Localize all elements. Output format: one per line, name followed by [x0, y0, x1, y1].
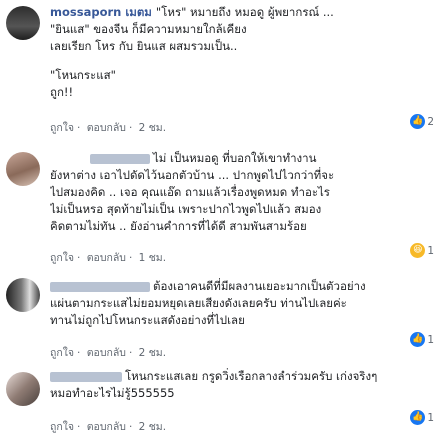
comment-body: ไม่ เป็นหมอดู ที่บอกให้เขาทำงาน ยังหาต่า…	[50, 150, 434, 235]
reaction-count: 2	[427, 115, 434, 128]
comment-text-line: ไปสมองคิด .. เจอ คุณแอ๊ด ถามแล้วเรื่องพู…	[50, 185, 330, 199]
comment-text-line: เลยเรียก โหร กับ ยินแส ผสมรวมเป็น..	[50, 39, 238, 53]
reaction-summary[interactable]: 😆 1	[410, 243, 434, 258]
comment-body: โหนกระแสเลย กรูดวิ่งเรือกลางลำร่วมครับ เ…	[50, 368, 434, 402]
like-link[interactable]: ถูกใจ	[50, 252, 74, 264]
comment-text-line: ยังหาต่าง เอาไปดัดไว้นอกตัวบ้าน ... ปากพ…	[50, 168, 335, 182]
comment-actions: ถูกใจ · ตอบกลับ · 1 ชม.	[50, 252, 167, 264]
comment-text-line: "ยินแส" ของจีน ก็มีความหมายใกล้เคียง	[50, 22, 247, 36]
redacted-name	[50, 371, 122, 382]
avatar[interactable]	[6, 278, 40, 312]
comment: ต้องเอาคนดีที่มีผลงานเยอะมากเป็นตัวอย่าง…	[0, 278, 440, 338]
comment-text-line: ต้องเอาคนดีที่มีผลงานเยอะมากเป็นตัวอย่าง	[153, 279, 366, 293]
reaction-count: 1	[427, 411, 434, 424]
avatar[interactable]	[6, 6, 40, 40]
comment-text-line: ไม่ เป็นหมอดู ที่บอกให้เขาทำงาน	[153, 151, 317, 165]
comment-time: 2 ชม.	[138, 347, 167, 359]
reply-link[interactable]: ตอบกลับ	[87, 421, 126, 433]
reply-link[interactable]: ตอบกลับ	[87, 122, 126, 134]
comment: โหนกระแสเลย กรูดวิ่งเรือกลางลำร่วมครับ เ…	[0, 368, 440, 408]
reaction-summary[interactable]: 👍 2	[410, 114, 434, 129]
avatar[interactable]	[6, 372, 40, 406]
comment-time: 2 ชม.	[138, 122, 167, 134]
comment-text-line: คิดตามไม่ทัน .. ยังอ่านคำการที่ได้ดี สาม…	[50, 219, 307, 233]
comment-text-line: ถูก!!	[50, 85, 74, 99]
like-icon: 👍	[410, 114, 426, 129]
comment-text-line: หมอทำอะไรไม่รู้555555	[50, 386, 175, 400]
reaction-count: 1	[427, 333, 434, 346]
comment-text-line: โหนกระแสเลย กรูดวิ่งเรือกลางลำร่วมครับ เ…	[125, 369, 378, 383]
like-icon: 👍	[410, 332, 426, 347]
comment-text-line: "โหนกระแส"	[50, 68, 116, 82]
comment-text-line: ทานไม่ถูกไปโหนกระแสดังอย่างที่ไปเลย	[50, 313, 245, 327]
reaction-summary[interactable]: 👍 1	[410, 332, 434, 347]
comment-actions: ถูกใจ · ตอบกลับ · 2 ชม.	[50, 122, 167, 134]
comment-body: ต้องเอาคนดีที่มีผลงานเยอะมากเป็นตัวอย่าง…	[50, 278, 434, 329]
comment-body: mossaporn เมตม "โหร" หมายถึง หมอดู ผู้พยา…	[50, 4, 434, 101]
comment-text-line: ไม่เป็นหรอ สุดท้ายไม่เป็น เพราะปากไวพูดไ…	[50, 202, 322, 216]
comment-actions: ถูกใจ · ตอบกลับ · 2 ชม.	[50, 421, 167, 433]
like-link[interactable]: ถูกใจ	[50, 347, 74, 359]
comment: ไม่ เป็นหมอดู ที่บอกให้เขาทำงาน ยังหาต่า…	[0, 150, 440, 250]
comment-text-line	[50, 55, 434, 67]
like-link[interactable]: ถูกใจ	[50, 421, 74, 433]
avatar[interactable]	[6, 152, 40, 186]
comment-actions: ถูกใจ · ตอบกลับ · 2 ชม.	[50, 347, 167, 359]
comment-text-line: "โหร" หมายถึง หมอดู ผู้พยากรณ์ ...	[155, 5, 334, 19]
haha-icon: 😆	[410, 243, 426, 258]
reply-link[interactable]: ตอบกลับ	[87, 347, 126, 359]
reply-link[interactable]: ตอบกลับ	[87, 252, 126, 264]
comment: mossaporn เมตม "โหร" หมายถึง หมอดู ผู้พยา…	[0, 0, 440, 99]
comment-feed: mossaporn เมตม "โหร" หมายถึง หมอดู ผู้พยา…	[0, 0, 440, 440]
reaction-count: 1	[427, 244, 434, 257]
comment-time: 1 ชม.	[138, 252, 167, 264]
like-icon: 👍	[410, 410, 426, 425]
redacted-name	[50, 281, 150, 292]
reaction-summary[interactable]: 👍 1	[410, 410, 434, 425]
redacted-name	[90, 153, 150, 164]
like-link[interactable]: ถูกใจ	[50, 122, 74, 134]
comment-text-line: แผ่นตามกระแสไม่ยอมหยุดเลยเสียงดังเลยครับ…	[50, 296, 347, 310]
commenter-name[interactable]: mossaporn เมตม	[50, 5, 152, 19]
comment-time: 2 ชม.	[138, 421, 167, 433]
